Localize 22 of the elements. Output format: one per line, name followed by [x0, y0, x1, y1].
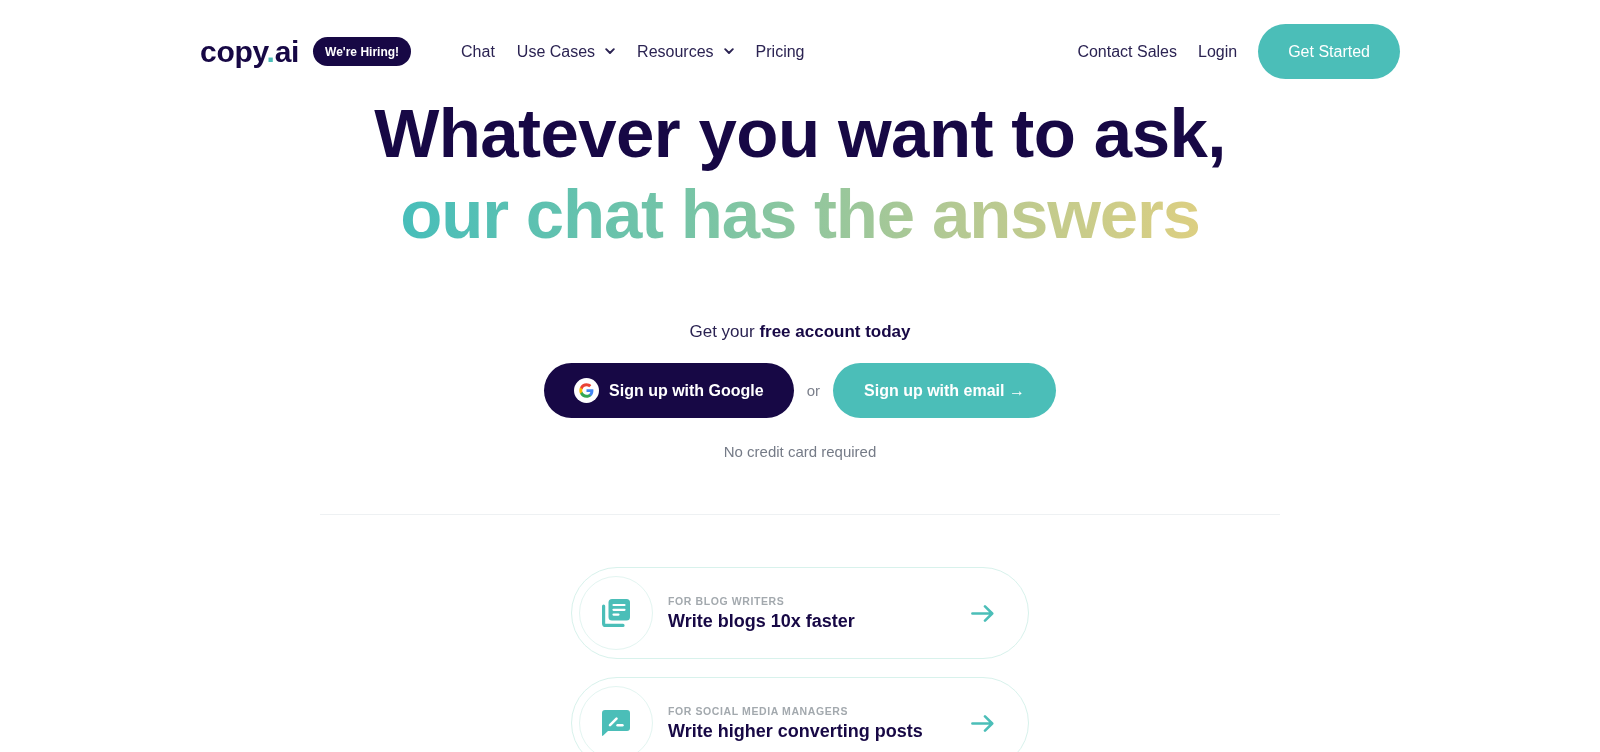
signup-prompt: Get your free account today [689, 321, 911, 343]
nav-link[interactable]: Contact Sales [1077, 42, 1177, 61]
use-case-card[interactable]: FOR SOCIAL MEDIA MANAGERS Write higher converting posts [571, 677, 1029, 752]
nav-link[interactable]: Login [1198, 42, 1238, 61]
logo[interactable]: copy.ai [200, 36, 300, 67]
no-credit-card-note: No credit card required [723, 442, 877, 462]
card-eyebrow: FOR BLOG WRITERS [668, 594, 785, 607]
hiring-badge[interactable]: We're Hiring! [313, 37, 412, 66]
google-icon [574, 378, 600, 403]
nav-link[interactable]: Pricing [755, 42, 805, 61]
use-case-card[interactable]: FOR BLOG WRITERS Write blogs 10x faster [571, 567, 1029, 659]
card-title: Write blogs 10x faster [668, 610, 855, 632]
nav-link[interactable]: Resources [637, 42, 734, 61]
headline: Whatever you want to ask, [374, 94, 1226, 174]
card-eyebrow: FOR SOCIAL MEDIA MANAGERS [668, 704, 849, 717]
or-separator: or [806, 382, 821, 399]
arrow-right-icon [971, 604, 994, 622]
arrow-right-icon [971, 714, 994, 732]
card-title: Write higher converting posts [668, 720, 923, 742]
google-signup-button[interactable]: Sign up with Google [544, 363, 794, 418]
nav-link[interactable]: Use Cases [516, 42, 616, 61]
nav-link[interactable]: Chat [461, 42, 495, 61]
